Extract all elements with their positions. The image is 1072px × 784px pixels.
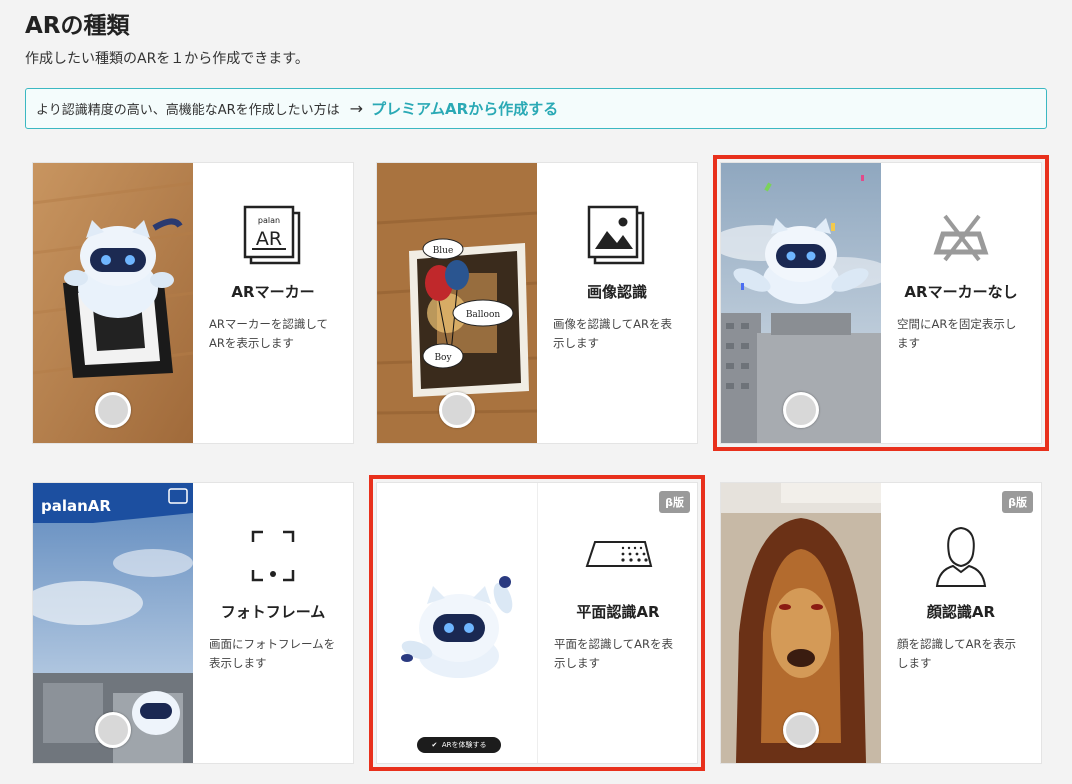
no-marker-icon bbox=[881, 201, 1041, 271]
check-icon: ✔ bbox=[431, 741, 442, 749]
page-subtitle: 作成したい種類のARを１から作成できます。 bbox=[25, 51, 309, 67]
card-title: フォトフレーム bbox=[220, 603, 326, 621]
card-description: 平面を認識してARを表示します bbox=[554, 637, 674, 670]
card-description: 顔を認識してARを表示します bbox=[897, 637, 1017, 670]
shutter-button bbox=[783, 712, 819, 748]
card-title: 画像認識 bbox=[586, 283, 647, 301]
card-title: 顔認識AR bbox=[926, 603, 996, 621]
card-info: 画像認識 画像を認識してARを表示します bbox=[537, 163, 697, 443]
shutter-button bbox=[783, 392, 819, 428]
card-photo bbox=[721, 163, 881, 443]
face-icon bbox=[881, 521, 1041, 591]
card-title: 平面認識AR bbox=[576, 603, 660, 621]
card-description: 画像を認識してARを表示します bbox=[553, 317, 673, 350]
card-info: β版 平面認識AR 平面を認識してARを表示します bbox=[537, 483, 698, 763]
card-image-recognition[interactable]: Blue Balloon Boy 画像認識 画像を認識してARを表示します bbox=[377, 163, 697, 443]
try-ar-label: ARを体験する bbox=[441, 741, 487, 749]
plane-icon bbox=[538, 521, 698, 591]
premium-text: より認識精度の高い、高機能なARを作成したい方は bbox=[36, 103, 340, 118]
card-info: palan AR ARマーカー ARマーカーを認識してARを表示します bbox=[193, 163, 353, 443]
try-ar-badge[interactable]: ✔ ARを体験する bbox=[417, 737, 501, 753]
card-title: ARマーカーなし bbox=[904, 283, 1018, 301]
card-info: ARマーカーなし 空間にARを固定表示します bbox=[881, 163, 1041, 443]
beta-badge: β版 bbox=[659, 491, 690, 513]
card-description: 画面にフォトフレームを表示します bbox=[209, 637, 336, 670]
image-icon bbox=[537, 201, 697, 271]
bubble-blue: Blue bbox=[433, 246, 454, 256]
shutter-button bbox=[95, 712, 131, 748]
premium-banner: より認識精度の高い、高機能なARを作成したい方は → プレミアムARから作成する bbox=[25, 88, 1047, 129]
card-no-marker[interactable]: ARマーカーなし 空間にARを固定表示します bbox=[713, 155, 1049, 451]
icon-text-palan: palan bbox=[258, 216, 280, 225]
premium-ar-link[interactable]: プレミアムARから作成する bbox=[371, 98, 558, 119]
card-info: フォトフレーム 画面にフォトフレームを表示します bbox=[193, 483, 353, 763]
card-photo-frame[interactable]: palanAR フォトフレーム 画面にフォトフレームを表示します bbox=[33, 483, 353, 763]
shutter-button bbox=[439, 392, 475, 428]
card-photo bbox=[33, 163, 193, 443]
icon-text-ar: AR bbox=[256, 228, 282, 250]
card-photo: palanAR bbox=[33, 483, 193, 763]
card-description: ARマーカーを認識してARを表示します bbox=[209, 317, 329, 350]
card-ar-marker[interactable]: palan AR ARマーカー ARマーカーを認識してARを表示します bbox=[33, 163, 353, 443]
card-face-recognition[interactable]: β版 顔認識AR 顔を認識してARを表示します bbox=[721, 483, 1041, 763]
bubble-boy: Boy bbox=[434, 353, 452, 363]
frame-logo: palanAR bbox=[41, 497, 111, 515]
card-plane-recognition[interactable]: ✔ ARを体験する β版 平面認識AR 平面を認識してARを表示します bbox=[369, 475, 705, 771]
card-title: ARマーカー bbox=[231, 283, 315, 301]
beta-badge: β版 bbox=[1002, 491, 1033, 513]
card-photo: Blue Balloon Boy bbox=[377, 163, 537, 443]
card-description: 空間にARを固定表示します bbox=[897, 317, 1017, 350]
card-info: β版 顔認識AR 顔を認識してARを表示します bbox=[881, 483, 1041, 763]
card-photo: ✔ ARを体験する bbox=[377, 483, 537, 763]
shutter-button bbox=[95, 392, 131, 428]
ar-marker-icon: palan AR bbox=[193, 201, 353, 271]
photo-frame-icon bbox=[193, 521, 353, 591]
card-photo bbox=[721, 483, 881, 763]
arrow-right-icon: → bbox=[349, 99, 364, 118]
bubble-balloon: Balloon bbox=[466, 310, 501, 320]
page-title: ARの種類 bbox=[25, 13, 130, 39]
